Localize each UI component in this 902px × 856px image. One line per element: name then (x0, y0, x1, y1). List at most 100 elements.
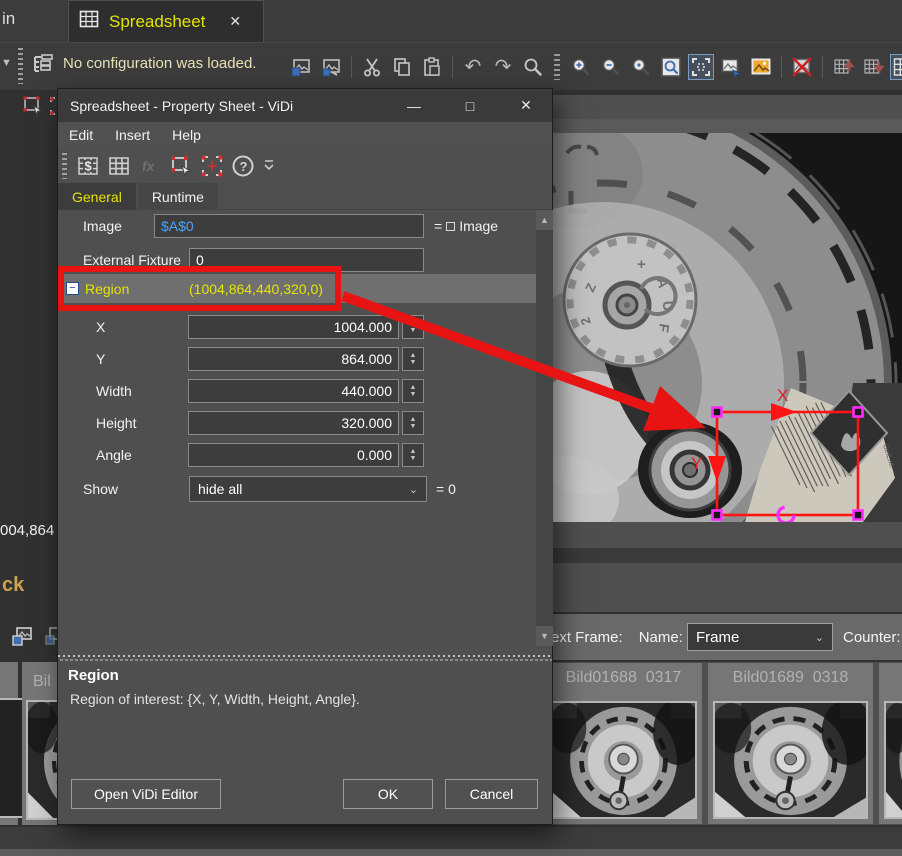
toolbar-grip[interactable] (554, 54, 560, 80)
grid-show-icon[interactable] (890, 54, 902, 80)
x-spinner[interactable]: ▲▼ (402, 315, 424, 339)
overflow-chevron-icon[interactable] (262, 154, 276, 178)
thumbnail-left-label: Bil (33, 673, 51, 691)
thumbnail-3[interactable]: B (879, 663, 902, 824)
app-window: in Spreadsheet ✕ ▼ No configuration was … (0, 0, 902, 856)
ok-button[interactable]: OK (343, 779, 433, 809)
tab-general[interactable]: General (58, 183, 136, 210)
svg-text:fx: fx (142, 158, 156, 174)
undo-icon[interactable]: ↶ (460, 54, 486, 80)
zoom-actual-icon[interactable] (628, 54, 654, 80)
menu-insert[interactable]: Insert (115, 127, 150, 143)
y-label: Y (96, 351, 105, 367)
zoom-out-icon[interactable] (598, 54, 624, 80)
splitter-handle[interactable] (58, 655, 552, 661)
fit-image-icon[interactable] (688, 54, 714, 80)
scroll-down-icon[interactable]: ▼ (536, 626, 553, 646)
external-fixture-input[interactable]: 0 (189, 248, 424, 272)
edit-region-icon[interactable] (169, 154, 193, 178)
image-input[interactable]: $A$0 (154, 214, 424, 238)
image-display-icon[interactable] (748, 54, 774, 80)
y-spinner[interactable]: ▲▼ (402, 347, 424, 371)
angle-input[interactable]: 0.000 (188, 443, 399, 467)
grid-insert-icon[interactable] (830, 54, 856, 80)
menu-edit[interactable]: Edit (69, 127, 93, 143)
tab-bar: in Spreadsheet ✕ (0, 0, 902, 42)
find-icon[interactable] (520, 54, 546, 80)
thumbnail-2[interactable]: Bild01689 0318 (708, 663, 873, 824)
thumbnail-2-image[interactable] (713, 701, 868, 819)
table-icon[interactable] (107, 154, 131, 178)
thumbnail-1-image[interactable] (550, 701, 697, 819)
toolbar-separator (351, 56, 352, 78)
zoom-window-icon[interactable] (658, 54, 684, 80)
region-row[interactable]: − Region (1004,864,440,320,0) (58, 274, 537, 303)
zoom-in-icon[interactable] (568, 54, 594, 80)
roi-handle-bottom-left[interactable] (713, 511, 722, 520)
thumbnail-1[interactable]: Bild01688 0317 (545, 663, 702, 824)
tab-close-icon[interactable]: ✕ (229, 13, 241, 30)
spreadsheet-grid-icon (79, 9, 99, 34)
partial-label: ck (2, 574, 24, 597)
roi-handle-top-left[interactable] (713, 408, 722, 417)
image-pan-icon[interactable] (718, 54, 744, 80)
frame-name-select[interactable]: Frame ⌄ (687, 623, 833, 651)
toolbar-grip[interactable] (62, 153, 67, 179)
image-viewer[interactable]: A U F + Z 2 (553, 133, 902, 522)
image-panel-ruler (553, 119, 902, 133)
height-input[interactable]: 320.000 (188, 411, 399, 435)
redo-icon[interactable]: ↷ (490, 54, 516, 80)
cancel-button[interactable]: Cancel (445, 779, 538, 809)
y-input[interactable]: 864.000 (188, 347, 399, 371)
currency-cell-icon[interactable]: $ (76, 154, 100, 178)
toolbar-separator (452, 56, 453, 78)
show-eq-value: = 0 (436, 481, 456, 497)
height-spinner[interactable]: ▲▼ (402, 411, 424, 435)
dialog-titlebar[interactable]: Spreadsheet - Property Sheet - ViDi — □ … (58, 89, 552, 122)
angle-spinner[interactable]: ▲▼ (402, 443, 424, 467)
svg-text:?: ? (240, 159, 248, 174)
property-scrollbar[interactable]: ▲ ▼ (536, 210, 553, 646)
image-type-icon (446, 222, 455, 231)
help-icon[interactable]: ? (231, 154, 255, 178)
cut-icon[interactable] (359, 54, 385, 80)
save-image-icon[interactable] (318, 54, 344, 80)
tab-runtime[interactable]: Runtime (138, 183, 218, 210)
copy-icon[interactable] (389, 54, 415, 80)
roi-x-axis-label: X (777, 386, 788, 405)
roi-handle-bottom-right[interactable] (854, 511, 863, 520)
maximize-icon[interactable]: □ (450, 89, 490, 122)
fit-region-icon[interactable] (200, 154, 224, 178)
roi-handle-top-right[interactable] (854, 408, 863, 417)
x-input[interactable]: 1004.000 (188, 315, 399, 339)
close-icon[interactable]: ✕ (506, 89, 546, 122)
tab-spreadsheet[interactable]: Spreadsheet ✕ (68, 0, 264, 42)
width-label: Width (96, 383, 132, 399)
dialog-title: Spreadsheet - Property Sheet - ViDi (70, 98, 293, 114)
open-vidi-editor-button[interactable]: Open ViDi Editor (71, 779, 221, 809)
scroll-up-icon[interactable]: ▲ (536, 210, 553, 230)
paste-icon[interactable] (419, 54, 445, 80)
minimize-icon[interactable]: — (394, 89, 434, 122)
toolbar-separator (822, 56, 823, 78)
tree-view-icon[interactable] (30, 52, 56, 83)
image-label: Image (83, 218, 122, 234)
thumbnail-left-partial-1[interactable] (0, 662, 18, 825)
width-spinner[interactable]: ▲▼ (402, 379, 424, 403)
chevron-down-icon: ⌄ (815, 631, 824, 644)
toolbar-grip[interactable] (18, 48, 23, 84)
open-image-icon[interactable] (288, 54, 314, 80)
edit-region-partial-icon[interactable] (22, 95, 44, 122)
image-copy-icon[interactable] (10, 624, 35, 654)
collapse-icon[interactable]: − (66, 282, 79, 295)
tab-main-partial[interactable]: in (2, 9, 15, 29)
show-select[interactable]: hide all ⌄ (189, 476, 427, 502)
image-none-icon[interactable] (789, 54, 815, 80)
thumbnail-1-label: Bild01688 0317 (545, 669, 702, 687)
cell-value-overlay: 004,864 (0, 522, 54, 539)
grid-delete-icon[interactable] (860, 54, 886, 80)
menu-help[interactable]: Help (172, 127, 201, 143)
width-input[interactable]: 440.000 (188, 379, 399, 403)
toolbar-overflow-icon[interactable]: ▼ (1, 57, 12, 69)
thumbnail-3-image[interactable] (884, 701, 902, 819)
